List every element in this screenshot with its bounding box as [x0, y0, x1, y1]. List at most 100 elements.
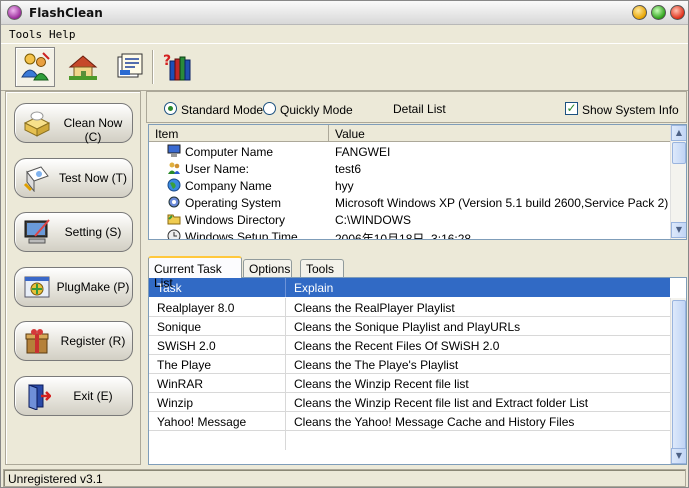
- system-info-header: Item Value: [149, 125, 670, 142]
- info-value: test6: [335, 162, 362, 176]
- standard-mode-radio[interactable]: [164, 102, 177, 115]
- info-item: User Name:: [185, 162, 250, 176]
- show-system-info-label[interactable]: Show System Info: [582, 103, 679, 117]
- info-value: Microsoft Windows XP (Version 5.1 build …: [335, 196, 669, 210]
- quickly-mode-label[interactable]: Quickly Mode: [280, 103, 353, 117]
- standard-mode-label[interactable]: Standard Mode: [181, 103, 263, 117]
- toolbar-clean-button[interactable]: [15, 47, 55, 87]
- monitor-pen-icon: [24, 219, 50, 244]
- task-list-grid: Task Explain Realplayer 8.0 Cleans the R…: [148, 277, 687, 465]
- task-explain: Cleans the The Playe's Playlist: [294, 358, 459, 372]
- task-name: Winzip: [149, 393, 286, 412]
- task-row[interactable]: Sonique Cleans the Sonique Playlist and …: [149, 317, 670, 336]
- task-row[interactable]: Winzip Cleans the Winzip Recent file lis…: [149, 393, 670, 412]
- toolbar-help-button[interactable]: ?: [157, 47, 197, 87]
- tab-current-task-list[interactable]: Current Task List: [148, 256, 242, 290]
- toolbar-documents-button[interactable]: [109, 47, 149, 87]
- menu-help[interactable]: Help: [49, 28, 76, 41]
- toolbar-home-button[interactable]: [63, 47, 103, 87]
- broom-drawer-icon: [23, 111, 51, 137]
- window-title: FlashClean: [29, 6, 103, 20]
- task-list-header: Task Explain: [149, 278, 670, 297]
- tab-options[interactable]: Options: [243, 259, 292, 277]
- minimize-button[interactable]: [632, 5, 647, 20]
- exit-door-icon: [28, 384, 51, 410]
- system-info-grid: Item Value Computer Name FANGWEI User Na…: [148, 124, 687, 240]
- task-row[interactable]: SWiSH 2.0 Cleans the Recent Files Of SWi…: [149, 336, 670, 355]
- clock-icon: [167, 229, 181, 239]
- column-value[interactable]: Value: [329, 125, 670, 142]
- flashclean-app-icon: [7, 5, 22, 20]
- clean-people-icon: [21, 52, 50, 81]
- clean-now-label: Clean Now (C): [63, 116, 123, 144]
- task-explain: Cleans the Yahoo! Message Cache and Hist…: [294, 415, 575, 429]
- quickly-mode-radio[interactable]: [263, 102, 276, 115]
- register-button[interactable]: Register (R): [14, 321, 133, 361]
- info-item: Windows Setup Time: [185, 230, 298, 240]
- clean-now-button[interactable]: Clean Now (C): [14, 103, 133, 144]
- menu-bar: Tools Help: [1, 26, 688, 42]
- task-name: Yahoo! Message: [149, 412, 286, 431]
- scroll-thumb[interactable]: [672, 142, 686, 164]
- detail-list-label: Detail List: [393, 102, 446, 116]
- scroll-thumb[interactable]: [672, 300, 686, 450]
- plugmake-button[interactable]: PlugMake (P): [14, 267, 133, 307]
- info-value: 2006年10月18日, 3:16:28: [335, 232, 472, 240]
- gift-box-icon: [25, 329, 49, 354]
- toolbar: ?: [1, 43, 688, 91]
- app-window: FlashClean Tools Help ? Clean Now (C) Te…: [0, 0, 689, 488]
- exit-label: Exit (E): [73, 389, 113, 403]
- documents-icon: [117, 53, 143, 78]
- task-row[interactable]: WinRAR Cleans the Winzip Recent file lis…: [149, 374, 670, 393]
- task-explain: Cleans the Sonique Playlist and PlayURLs: [294, 320, 521, 334]
- info-value: C:\WINDOWS: [335, 213, 411, 227]
- task-name: Sonique: [149, 317, 286, 336]
- scroll-down-icon[interactable]: ▼: [671, 222, 686, 238]
- setting-label: Setting (S): [64, 225, 122, 239]
- task-list-scrollbar[interactable]: ▼: [670, 298, 686, 464]
- info-value: FANGWEI: [335, 145, 391, 159]
- task-row[interactable]: Yahoo! Message Cleans the Yahoo! Message…: [149, 412, 670, 431]
- tab-tools[interactable]: Tools: [300, 259, 344, 277]
- show-system-info-checkbox[interactable]: ✓: [565, 102, 578, 115]
- column-item[interactable]: Item: [149, 125, 329, 142]
- task-row-empty: [149, 431, 670, 450]
- close-button[interactable]: [670, 5, 685, 20]
- info-item: Operating System: [185, 196, 282, 210]
- toolbar-separator: [152, 50, 154, 84]
- task-name-empty: [149, 431, 286, 450]
- exit-button[interactable]: Exit (E): [14, 376, 133, 416]
- globe-icon: [167, 178, 181, 192]
- gear-icon: [168, 196, 180, 208]
- maximize-button[interactable]: [651, 5, 666, 20]
- action-panel: Clean Now (C) Test Now (T) Setting (S) P…: [5, 91, 141, 465]
- task-row[interactable]: The Playe Cleans the The Playe's Playlis…: [149, 355, 670, 374]
- info-value: hyy: [335, 179, 354, 193]
- title-bar[interactable]: FlashClean: [1, 1, 688, 25]
- computer-icon: [167, 144, 181, 157]
- menu-tools[interactable]: Tools: [9, 28, 42, 41]
- users-icon: [168, 162, 180, 174]
- info-item: Company Name: [185, 179, 272, 193]
- register-label: Register (R): [60, 334, 126, 348]
- task-explain: Cleans the Winzip Recent file list and E…: [294, 396, 589, 410]
- task-row[interactable]: Realplayer 8.0 Cleans the RealPlayer Pla…: [149, 298, 670, 317]
- info-item: Windows Directory: [185, 213, 286, 227]
- task-explain: Cleans the Recent Files Of SWiSH 2.0: [294, 339, 500, 353]
- test-now-label: Test Now (T): [58, 171, 127, 185]
- setting-button[interactable]: Setting (S): [14, 212, 133, 252]
- system-info-scrollbar[interactable]: ▲ ▼: [670, 125, 686, 239]
- scroll-down-icon[interactable]: ▼: [671, 448, 686, 464]
- task-name: The Playe: [149, 355, 286, 374]
- task-name: Realplayer 8.0: [149, 298, 286, 317]
- column-explain[interactable]: Explain: [286, 278, 341, 297]
- task-name: WinRAR: [149, 374, 286, 393]
- scroll-up-icon[interactable]: ▲: [671, 125, 686, 141]
- main-panel: Standard Mode Quickly Mode Detail List ✓…: [146, 91, 687, 465]
- tab-strip: Current Task List Options Tools: [148, 256, 687, 290]
- task-name: SWiSH 2.0: [149, 336, 286, 355]
- status-bar: Unregistered v3.1: [3, 469, 686, 487]
- books-help-icon: ?: [163, 53, 191, 81]
- test-now-button[interactable]: Test Now (T): [14, 158, 133, 198]
- test-computer-icon: [23, 166, 49, 192]
